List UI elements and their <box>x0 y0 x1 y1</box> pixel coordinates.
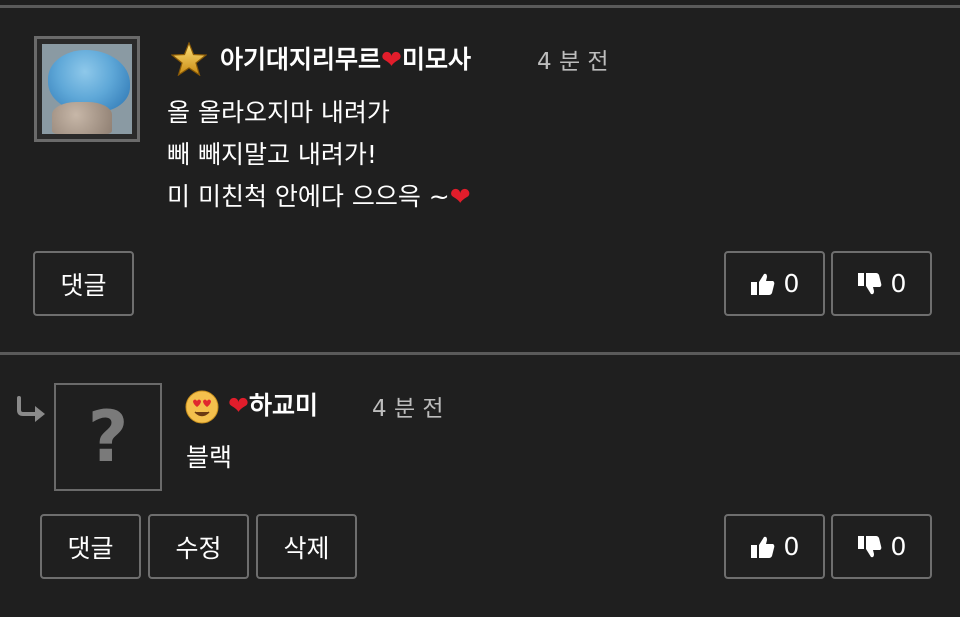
like-button[interactable]: 0 <box>724 251 825 316</box>
comment-divider <box>0 352 960 355</box>
like-count: 0 <box>783 269 800 298</box>
comment-section: 아기대지리무르❤미모사 4 분 전 올 올라오지마 내려가 빼 빼지말고 내려가… <box>0 0 960 617</box>
thumbs-up-icon <box>750 273 774 295</box>
default-avatar[interactable]: ? <box>54 383 162 491</box>
edit-button-label: 수정 <box>175 533 222 563</box>
like-button[interactable]: 0 <box>724 514 825 579</box>
comment-line: 미 미친척 안에다 으으윽 ~❤ <box>167 182 471 211</box>
reply-button-label: 댓글 <box>60 270 107 300</box>
reply-button[interactable]: 댓글 <box>40 514 141 579</box>
thumbs-down-icon <box>857 272 881 294</box>
comment-author[interactable]: 아기대지리무르❤미모사 <box>220 40 471 76</box>
question-mark-icon: ? <box>87 396 129 478</box>
delete-button-label: 삭제 <box>283 533 330 563</box>
comment-line: 빼 빼지말고 내려가! <box>167 140 377 169</box>
like-count: 0 <box>783 532 800 561</box>
top-divider <box>0 5 960 8</box>
avatar-photo <box>42 44 132 134</box>
reply-arrow-icon <box>17 396 45 422</box>
reply-button[interactable]: 댓글 <box>33 251 134 316</box>
dislike-count: 0 <box>890 532 907 561</box>
comment-author[interactable]: ❤하교미 <box>228 386 318 422</box>
edit-button[interactable]: 수정 <box>148 514 249 579</box>
delete-button[interactable]: 삭제 <box>256 514 357 579</box>
comment-body: 올 올라오지마 내려가 빼 빼지말고 내려가! 미 미친척 안에다 으으윽 ~❤ <box>167 92 471 218</box>
dislike-button[interactable]: 0 <box>831 251 932 316</box>
dislike-count: 0 <box>890 269 907 298</box>
reply-button-label: 댓글 <box>67 533 114 563</box>
comment-timestamp: 4 분 전 <box>537 49 609 75</box>
user-avatar[interactable] <box>34 36 140 142</box>
comment-timestamp: 4 분 전 <box>372 396 444 422</box>
heart-eyes-emoji-icon <box>185 390 219 424</box>
thumbs-up-icon <box>750 536 774 558</box>
dislike-button[interactable]: 0 <box>831 514 932 579</box>
comment-line: 올 올라오지마 내려가 <box>167 98 390 127</box>
gold-star-icon <box>171 42 207 76</box>
comment-body: 블랙 <box>186 443 233 472</box>
thumbs-down-icon <box>857 535 881 557</box>
